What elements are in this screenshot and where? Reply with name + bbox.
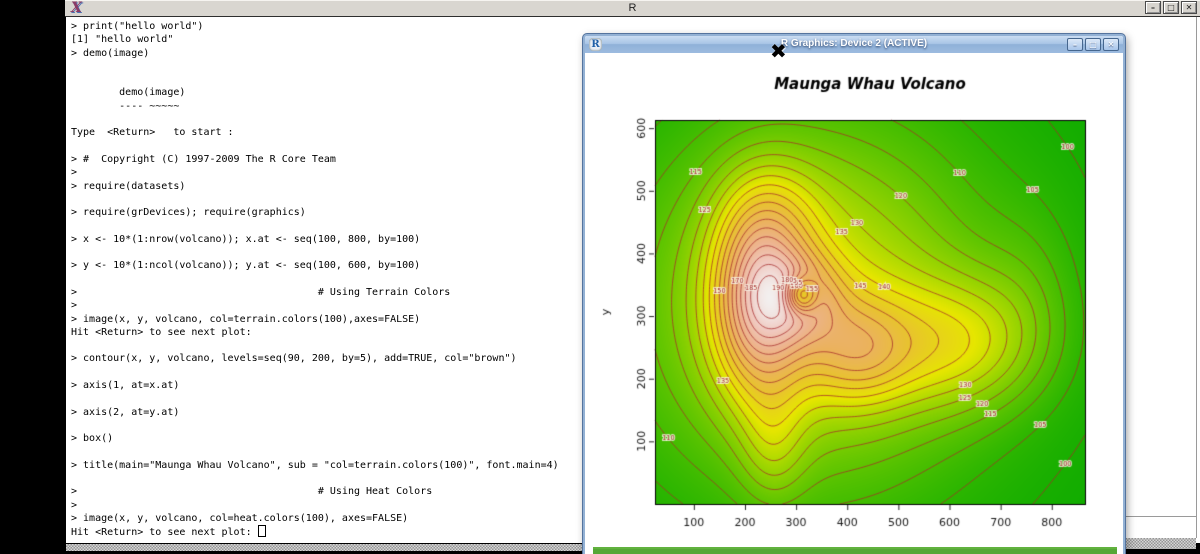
terminal-line: > demo(image) [71, 47, 559, 60]
console-title: R [65, 2, 1200, 14]
terminal-line [71, 446, 559, 459]
terminal-line [71, 472, 559, 485]
r-graphics-title: R Graphics: Device 2 (ACTIVE) [585, 38, 1123, 49]
terminal-line: Hit <Return> to see next plot: [71, 525, 559, 538]
terminal-cursor [258, 525, 266, 537]
terminal-line: > [71, 299, 559, 312]
terminal-line: > # Copyright (C) 1997-2009 The R Core T… [71, 153, 559, 166]
terminal-line: Hit <Return> to see next plot: [71, 326, 559, 339]
terminal-line [71, 339, 559, 352]
console-minimize-button[interactable]: – [1145, 1, 1161, 14]
terminal-line: > # Using Heat Colors [71, 485, 559, 498]
terminal-line [71, 140, 559, 153]
terminal-output: > print("hello world")[1] "hello world">… [71, 20, 559, 539]
terminal-line: > [71, 166, 559, 179]
terminal-line [71, 419, 559, 432]
terminal-line: > axis(1, at=x.at) [71, 379, 559, 392]
graphics-close-button[interactable]: ✕ [1103, 38, 1119, 51]
terminal-line: > require(grDevices); require(graphics) [71, 206, 559, 219]
x11-cursor: ✖ [770, 39, 787, 63]
root-window-pattern-right [1121, 538, 1196, 549]
terminal-line: > title(main="Maunga Whau Volcano", sub … [71, 459, 559, 472]
volcano-plot-canvas [585, 53, 1119, 554]
terminal-line [71, 273, 559, 286]
terminal-line: > # Using Terrain Colors [71, 286, 559, 299]
terminal-line [71, 193, 559, 206]
r-graphics-titlebar[interactable]: R R Graphics: Device 2 (ACTIVE) – □ ✕ [585, 36, 1123, 53]
terminal-line: > require(datasets) [71, 180, 559, 193]
terminal-line: [1] "hello world" [71, 33, 559, 46]
desktop: X R – □ ✕ > print("hello world")[1] "hel… [0, 0, 1200, 554]
console-close-button[interactable]: ✕ [1181, 1, 1197, 14]
graphics-maximize-button[interactable]: □ [1085, 38, 1101, 51]
terminal-line: > [71, 499, 559, 512]
terminal-line [71, 113, 559, 126]
terminal-line: ---- ~~~~~ [71, 100, 559, 113]
background-plot-strip [593, 547, 1117, 554]
terminal-line [71, 392, 559, 405]
r-graphics-window[interactable]: R R Graphics: Device 2 (ACTIVE) – □ ✕ [583, 34, 1125, 554]
console-maximize-button[interactable]: □ [1163, 1, 1179, 14]
terminal-line: > y <- 10*(1:ncol(volcano)); y.at <- seq… [71, 259, 559, 272]
terminal-line: > box() [71, 432, 559, 445]
terminal-line: demo(image) [71, 86, 559, 99]
graphics-minimize-button[interactable]: – [1067, 38, 1083, 51]
console-titlebar[interactable]: X R – □ ✕ [65, 0, 1200, 17]
terminal-line: > contour(x, y, volcano, levels=seq(90, … [71, 352, 559, 365]
terminal-line: > image(x, y, volcano, col=terrain.color… [71, 313, 559, 326]
window-edge-line [1121, 516, 1196, 517]
terminal-line [71, 60, 559, 73]
terminal-line: > x <- 10*(1:nrow(volcano)); x.at <- seq… [71, 233, 559, 246]
terminal-line: > print("hello world") [71, 20, 559, 33]
terminal-line [71, 366, 559, 379]
terminal-line [71, 73, 559, 86]
root-window-pattern-left [66, 544, 583, 551]
terminal-line: > image(x, y, volcano, col=heat.colors(1… [71, 512, 559, 525]
terminal-line: > axis(2, at=y.at) [71, 406, 559, 419]
terminal-line: Type <Return> to start : [71, 126, 559, 139]
terminal-line [71, 246, 559, 259]
terminal-right-edge [1196, 17, 1197, 538]
terminal-line [71, 219, 559, 232]
